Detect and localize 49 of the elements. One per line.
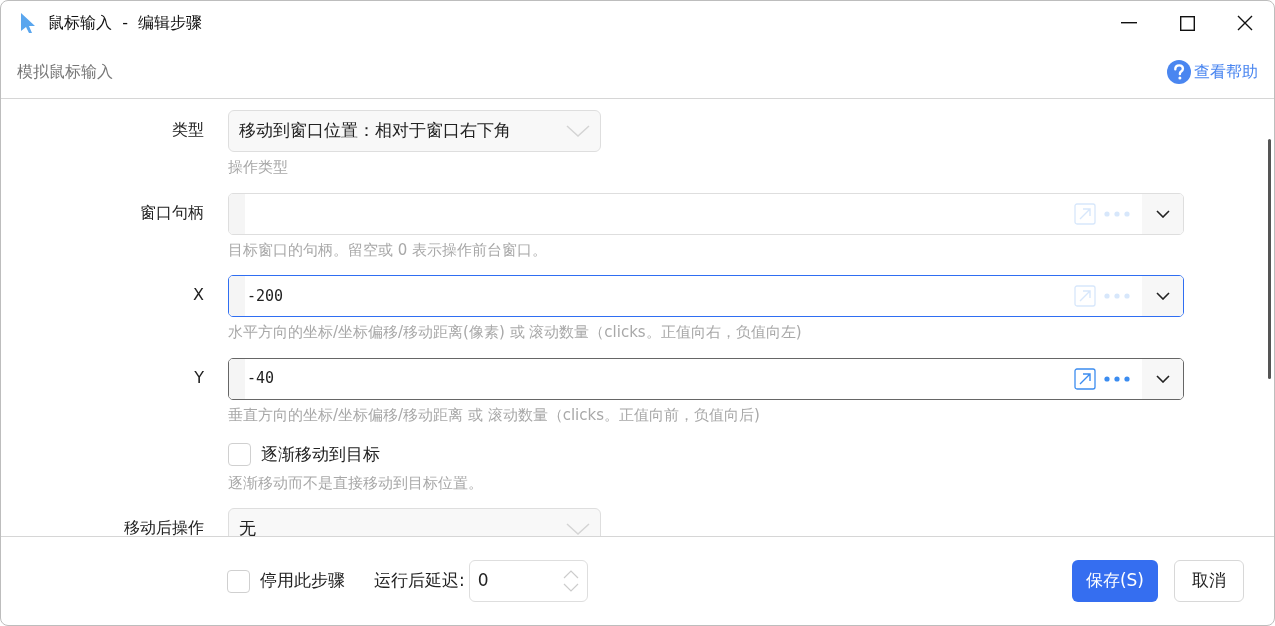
checkbox[interactable] — [228, 443, 251, 467]
close-icon[interactable] — [1237, 15, 1253, 31]
save-button[interactable]: 保存(S) — [1071, 560, 1158, 602]
field-label: 窗口句柄 — [140, 201, 204, 224]
dropdown-value: 无 — [239, 517, 256, 536]
value-input-field[interactable]: -40 — [228, 357, 1184, 400]
scrollbar[interactable] — [1268, 139, 1271, 379]
field-hint: 水平方向的坐标/坐标偏移/移动距离(像素) 或 滚动数量（clicks。正值向右，负值向左) — [228, 322, 803, 343]
delay-label: 运行后延迟: — [374, 569, 465, 593]
window-title: 鼠标输入 - 编辑步骤 — [48, 12, 203, 34]
minimize-icon[interactable] — [1121, 22, 1137, 24]
field-gutter — [229, 193, 245, 234]
maximize-icon[interactable] — [1179, 15, 1195, 31]
spinner-arrows-icon[interactable] — [562, 569, 579, 593]
cursor-icon — [20, 12, 36, 34]
chevron-down-icon — [566, 125, 590, 137]
field-hint: 目标窗口的句柄。留空或 0 表示操作前台窗口。 — [228, 239, 549, 261]
chevron-down-icon — [1155, 209, 1170, 218]
field-label: 类型 — [172, 119, 204, 141]
field-hint: 操作类型 — [228, 157, 289, 178]
type-dropdown[interactable]: 无 — [228, 508, 601, 536]
page-subtitle: 模拟鼠标输入 — [17, 60, 113, 83]
dropdown-value: 移动到窗口位置：相对于窗口右下角 — [239, 119, 511, 143]
input-value: -200 — [247, 285, 284, 307]
chevron-down-icon — [1155, 292, 1170, 300]
cancel-button[interactable]: 取消 — [1174, 560, 1244, 602]
dropdown-button[interactable] — [1142, 193, 1183, 234]
field-hint: 垂直方向的坐标/坐标偏移/移动距离 或 滚动数量（clicks。正值向前，负值向后) — [228, 404, 761, 426]
field-label: X — [193, 284, 204, 306]
field-hint: 逐渐移动而不是直接移动到目标位置。 — [228, 472, 483, 494]
field-gutter — [229, 276, 245, 316]
input-value: 0 — [477, 569, 489, 593]
field-label: Y — [194, 366, 204, 389]
checkbox-label: 逐渐移动到目标 — [261, 443, 380, 466]
dropdown-button[interactable] — [1142, 358, 1183, 399]
type-dropdown[interactable]: 移动到窗口位置：相对于窗口右下角 — [228, 110, 601, 152]
value-input-field[interactable] — [228, 192, 1184, 235]
checkbox-label: 停用此步骤 — [260, 569, 345, 593]
input-value: -40 — [247, 368, 275, 390]
chevron-down-icon — [1155, 374, 1170, 383]
field-gutter — [229, 358, 245, 399]
help-icon — [1167, 59, 1191, 84]
delay-input-field[interactable]: 0 — [468, 560, 588, 602]
value-input-field[interactable]: -200 — [228, 275, 1184, 317]
dropdown-button[interactable] — [1142, 276, 1183, 316]
checkbox[interactable] — [227, 569, 250, 593]
field-label: 移动后操作 — [124, 517, 204, 536]
more-icon[interactable] — [1104, 375, 1130, 382]
help-link[interactable]: 查看帮助 — [1167, 59, 1258, 84]
